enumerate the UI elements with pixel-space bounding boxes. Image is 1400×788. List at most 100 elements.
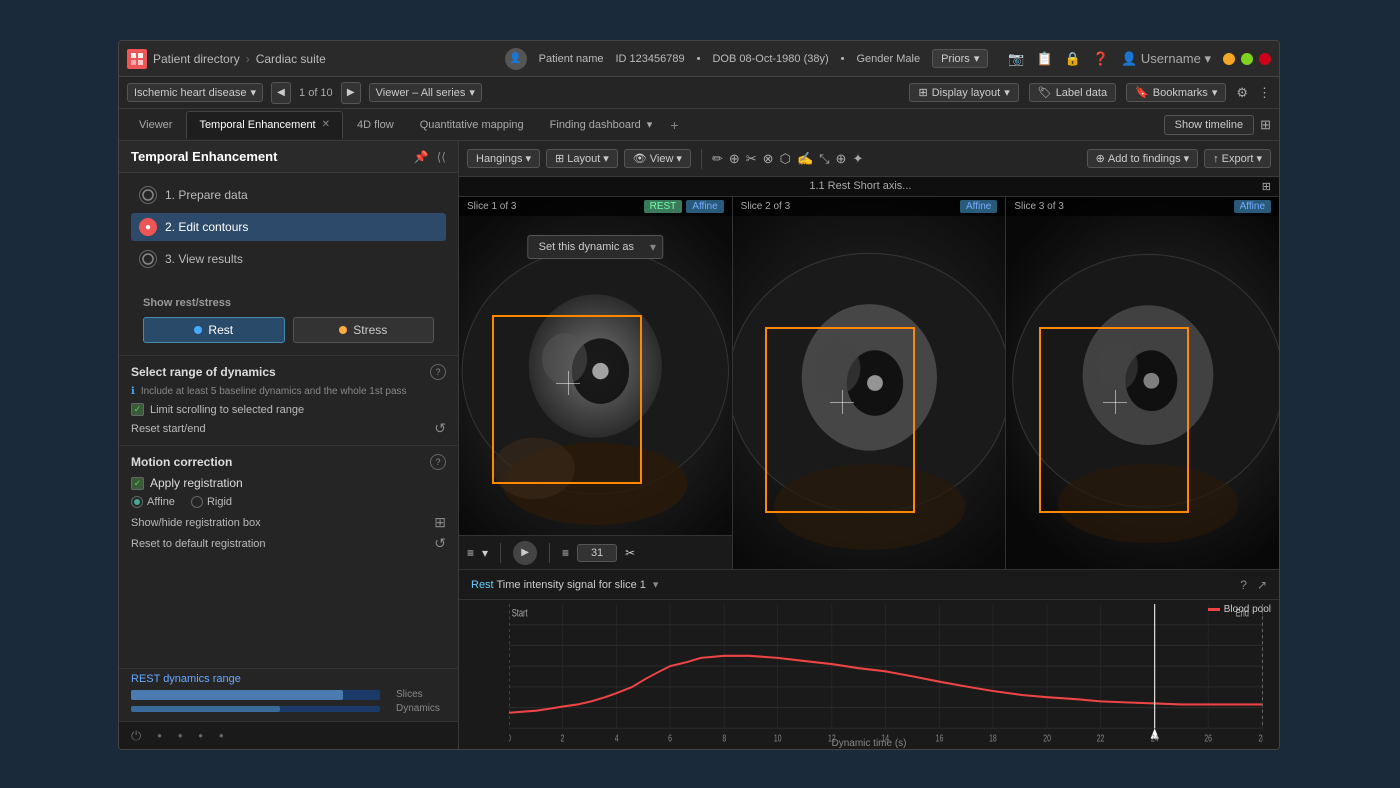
minimize-button[interactable] bbox=[1223, 53, 1235, 65]
tab-finding-dashboard[interactable]: Finding dashboard ▾ bbox=[538, 111, 665, 139]
more-icon[interactable]: ⋮ bbox=[1258, 85, 1271, 101]
collapse-icon[interactable]: ⟨⟨ bbox=[437, 150, 446, 164]
display-layout-btn[interactable]: ⊞ Display layout ▾ bbox=[909, 83, 1018, 102]
svg-text:8: 8 bbox=[722, 732, 726, 744]
screenshot-icon[interactable]: 📷 bbox=[1008, 51, 1024, 67]
legend-color bbox=[1208, 608, 1220, 611]
label-data-btn[interactable]: 🏷 Label data bbox=[1029, 83, 1116, 102]
pin-icon[interactable]: 📌 bbox=[414, 150, 429, 164]
slices-bar-fill bbox=[131, 690, 343, 700]
dynamic-menu-arrow[interactable]: ▾ bbox=[644, 236, 662, 258]
user-icon[interactable]: 👤 Username ▾ bbox=[1121, 51, 1211, 67]
mri-image-2[interactable] bbox=[733, 197, 1006, 569]
layout-button[interactable]: ⊞ Layout ▾ bbox=[546, 149, 618, 168]
layers-icon[interactable]: ≡ bbox=[467, 546, 474, 560]
mri-image-3[interactable] bbox=[1006, 197, 1279, 569]
speed-input[interactable] bbox=[577, 544, 617, 562]
panel-title: Temporal Enhancement bbox=[131, 149, 277, 164]
view-button[interactable]: 👁 View ▾ bbox=[624, 149, 691, 168]
chart-legend: Blood pool bbox=[1208, 604, 1271, 615]
limit-scrolling-checkbox[interactable]: ✓ bbox=[131, 403, 144, 416]
export-button[interactable]: ↑ Export ▾ bbox=[1204, 149, 1271, 168]
step-1-label: 1. Prepare data bbox=[165, 188, 248, 202]
series-select[interactable]: Ischemic heart disease ▾ bbox=[127, 83, 263, 102]
copy-icon[interactable]: 📋 bbox=[1037, 51, 1053, 67]
show-timeline-button[interactable]: Show timeline bbox=[1164, 115, 1254, 135]
legend-label: Blood pool bbox=[1224, 604, 1271, 615]
apply-registration-label: Apply registration bbox=[150, 476, 243, 490]
tab-quantitative-mapping[interactable]: Quantitative mapping bbox=[408, 111, 536, 139]
tool-4-icon[interactable]: ⊗ bbox=[763, 151, 774, 167]
nav-prev[interactable]: ◀ bbox=[271, 82, 291, 104]
step-2[interactable]: ● 2. Edit contours bbox=[131, 213, 446, 241]
tab-add-button[interactable]: + bbox=[670, 117, 678, 133]
svg-text:Start: Start bbox=[512, 607, 528, 620]
page-info: 1 of 10 bbox=[299, 87, 333, 99]
svg-text:2: 2 bbox=[561, 732, 565, 744]
breadcrumb-cardiac-suite[interactable]: Cardiac suite bbox=[256, 52, 326, 66]
grid-view-icon[interactable]: ⊞ bbox=[1260, 117, 1271, 133]
grid-layout-icon[interactable]: ⊞ bbox=[1262, 180, 1271, 193]
tool-5-icon[interactable]: ⬡ bbox=[780, 151, 791, 167]
add-findings-button[interactable]: ⊕ Add to findings ▾ bbox=[1087, 149, 1199, 168]
tab-close-temporal[interactable]: ✕ bbox=[322, 119, 330, 130]
rigid-option[interactable]: Rigid bbox=[191, 496, 232, 508]
step-1[interactable]: 1. Prepare data bbox=[131, 181, 446, 209]
lock-icon[interactable]: 🔒 bbox=[1065, 51, 1081, 67]
maximize-button[interactable] bbox=[1241, 53, 1253, 65]
step-3[interactable]: 3. View results bbox=[131, 245, 446, 273]
priors-button[interactable]: Priors ▾ bbox=[932, 49, 988, 68]
reset-default-icon[interactable]: ↺ bbox=[434, 535, 446, 552]
bookmarks-btn[interactable]: 🔖 Bookmarks ▾ bbox=[1126, 83, 1226, 102]
affine-radio[interactable] bbox=[131, 496, 143, 508]
layers-2-icon[interactable]: ≡ bbox=[562, 546, 569, 560]
tab-bar: Viewer Temporal Enhancement ✕ 4D flow Qu… bbox=[119, 109, 1279, 141]
main-content: Temporal Enhancement 📌 ⟨⟨ 1. Pre bbox=[119, 141, 1279, 749]
affine-label: Affine bbox=[147, 496, 175, 508]
tool-2-icon[interactable]: ⊕ bbox=[729, 151, 740, 167]
reset-start-end-icon[interactable]: ↺ bbox=[434, 420, 446, 437]
limit-scrolling-row[interactable]: ✓ Limit scrolling to selected range bbox=[131, 403, 446, 416]
chart-help-icon[interactable]: ? bbox=[1240, 578, 1247, 592]
workflow-steps: 1. Prepare data ● 2. Edit contours 3. Vi… bbox=[119, 173, 458, 281]
tool-6-icon[interactable]: ✍ bbox=[797, 151, 813, 167]
limit-scrolling-label: Limit scrolling to selected range bbox=[150, 404, 304, 416]
breadcrumb-patient-directory[interactable]: Patient directory bbox=[153, 52, 240, 66]
show-hide-box-icon[interactable]: ⊞ bbox=[434, 514, 446, 531]
scissors-icon[interactable]: ✂ bbox=[625, 546, 635, 560]
patient-avatar: 👤 bbox=[505, 48, 527, 70]
rigid-radio[interactable] bbox=[191, 496, 203, 508]
motion-info-icon[interactable]: ? bbox=[430, 454, 446, 470]
image-cell-2: Slice 2 of 3 Affine bbox=[733, 197, 1007, 569]
left-panel-content: 1. Prepare data ● 2. Edit contours 3. Vi… bbox=[119, 173, 458, 668]
tool-8-icon[interactable]: ⊕ bbox=[836, 151, 847, 167]
slice-1-label: Slice 1 of 3 bbox=[467, 201, 516, 212]
stress-button[interactable]: Stress bbox=[293, 317, 435, 343]
affine-option[interactable]: Affine bbox=[131, 496, 175, 508]
play-button[interactable]: ▶ bbox=[513, 541, 537, 565]
patient-separator2: • bbox=[841, 53, 845, 65]
tab-viewer[interactable]: Viewer bbox=[127, 111, 184, 139]
settings-icon[interactable]: ⚙ bbox=[1236, 85, 1248, 101]
tool-1-icon[interactable]: ✏ bbox=[712, 151, 723, 167]
tab-4d-flow[interactable]: 4D flow bbox=[345, 111, 406, 139]
dynamics-bar-fill bbox=[131, 706, 280, 712]
tool-3-icon[interactable]: ✂ bbox=[746, 151, 757, 167]
affine-badge-3: Affine bbox=[1234, 200, 1271, 213]
apply-registration-checkbox[interactable]: ✓ bbox=[131, 477, 144, 490]
footer-dot-2: • bbox=[178, 728, 183, 743]
tool-9-icon[interactable]: ✦ bbox=[852, 151, 863, 167]
viewer-series-select[interactable]: Viewer – All series ▾ bbox=[369, 83, 482, 102]
tab-temporal-enhancement[interactable]: Temporal Enhancement ✕ bbox=[186, 111, 343, 139]
image-header-2: Slice 2 of 3 Affine bbox=[733, 197, 1006, 216]
dynamics-info-icon[interactable]: ? bbox=[430, 364, 446, 380]
close-button[interactable] bbox=[1259, 53, 1271, 65]
nav-next[interactable]: ▶ bbox=[341, 82, 361, 104]
hangings-button[interactable]: Hangings ▾ bbox=[467, 149, 540, 168]
power-icon[interactable]: ⏻ bbox=[131, 728, 141, 744]
svg-text:10: 10 bbox=[774, 732, 782, 744]
help-icon[interactable]: ❓ bbox=[1093, 51, 1109, 67]
tool-7-icon[interactable]: ⤡ bbox=[819, 151, 829, 167]
rest-button[interactable]: Rest bbox=[143, 317, 285, 343]
chart-export-icon[interactable]: ↗ bbox=[1257, 578, 1267, 592]
